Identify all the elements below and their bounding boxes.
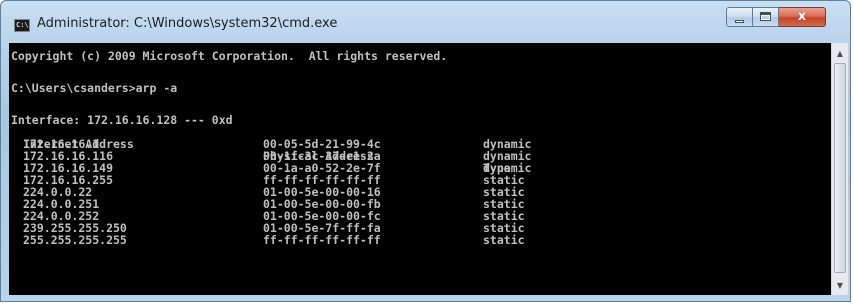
- minimize-button[interactable]: [726, 7, 753, 27]
- arp-cell-physical: ff-ff-ff-ff-ff-ff: [263, 233, 381, 247]
- console-output[interactable]: Copyright (c) 2009 Microsoft Corporation…: [9, 43, 831, 295]
- arp-cell-address: 255.255.255.255: [23, 233, 127, 247]
- copyright-line: Copyright (c) 2009 Microsoft Corporation…: [11, 49, 448, 63]
- cmd-icon[interactable]: C:\: [14, 19, 30, 32]
- arp-cell-type: static: [483, 233, 525, 247]
- vertical-scrollbar[interactable]: ▲ ▼: [831, 43, 848, 295]
- close-button[interactable]: x: [779, 7, 826, 27]
- command-prompt-line: C:\Users\csanders>arp -a: [11, 81, 178, 95]
- scroll-down-arrow-icon[interactable]: ▼: [832, 278, 848, 293]
- maximize-button[interactable]: [753, 7, 779, 27]
- cmd-icon-glyph: C:\: [16, 21, 29, 29]
- window-title: Administrator: C:\Windows\system32\cmd.e…: [37, 16, 338, 31]
- title-bar[interactable]: C:\ Administrator: C:\Windows\system32\c…: [1, 1, 850, 43]
- cmd-window: C:\ Administrator: C:\Windows\system32\c…: [0, 0, 851, 302]
- scroll-thumb[interactable]: [834, 63, 846, 273]
- close-icon: x: [797, 9, 807, 24]
- scroll-up-arrow-icon[interactable]: ▲: [832, 46, 848, 61]
- interface-line: Interface: 172.16.16.128 --- 0xd: [11, 113, 233, 127]
